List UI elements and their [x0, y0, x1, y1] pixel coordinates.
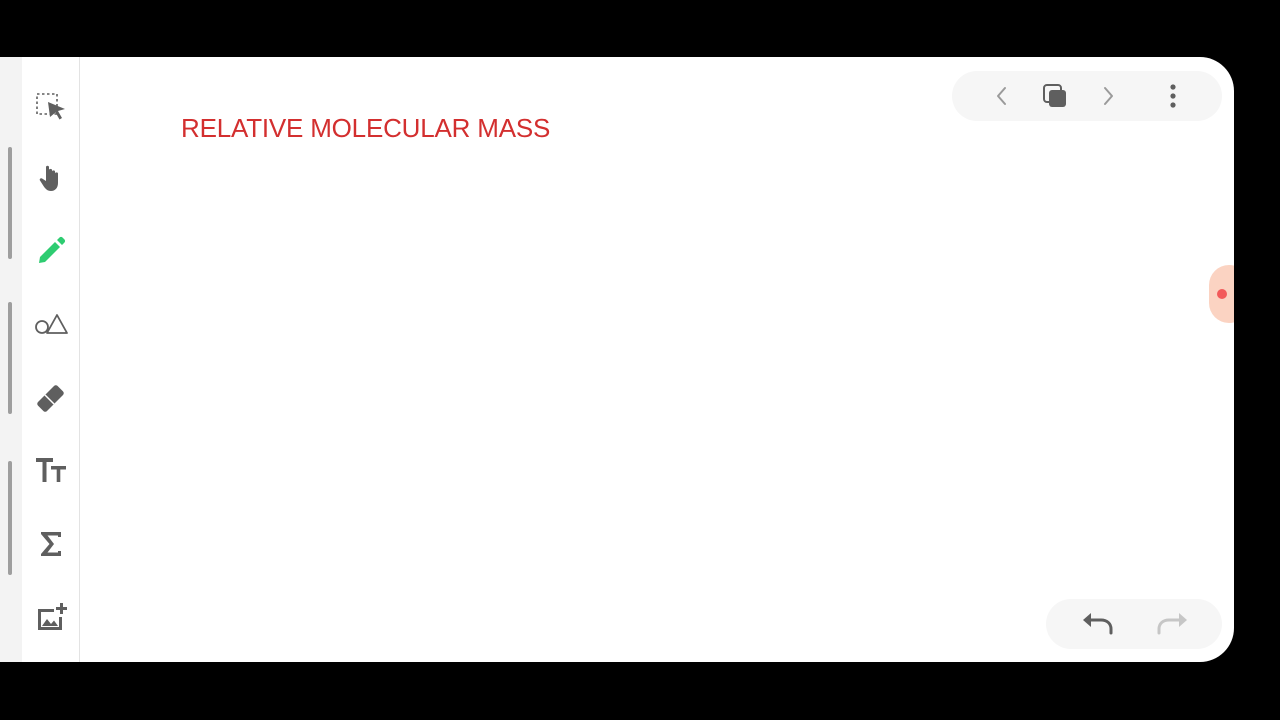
scroll-segment[interactable] [8, 461, 12, 575]
image-tool-button[interactable] [28, 594, 74, 640]
more-vertical-icon [1170, 84, 1176, 108]
eraser-icon [37, 385, 64, 412]
hand-icon [39, 165, 58, 191]
next-page-button[interactable] [1088, 76, 1128, 116]
redo-icon [1157, 613, 1187, 635]
floating-edge-handle[interactable] [1209, 265, 1234, 323]
redo-button[interactable] [1153, 604, 1193, 644]
more-options-button[interactable] [1153, 76, 1193, 116]
tool-bar [22, 57, 80, 662]
pages-icon [1043, 84, 1066, 107]
history-bar [1046, 599, 1222, 649]
undo-button[interactable] [1077, 604, 1117, 644]
hand-tool-button[interactable] [28, 155, 74, 201]
shapes-tool-button[interactable] [28, 300, 74, 346]
page-title: RELATIVE MOLECULAR MASS [181, 113, 551, 143]
add-image-icon [38, 603, 67, 630]
scroll-segment[interactable] [8, 302, 12, 414]
page-navigation-bar [952, 71, 1222, 121]
whiteboard-window: RELATIVE MOLECULAR MASS [0, 57, 1234, 662]
chevron-left-icon [997, 87, 1006, 105]
text-size-icon [36, 458, 66, 482]
formula-tool-button[interactable] [28, 521, 74, 567]
shapes-icon [35, 314, 68, 334]
sigma-icon [41, 532, 61, 556]
previous-page-button[interactable] [982, 76, 1022, 116]
scroll-segment[interactable] [8, 147, 12, 259]
undo-icon [1083, 613, 1113, 635]
eraser-tool-button[interactable] [28, 374, 74, 420]
pen-icon [39, 236, 66, 263]
edge-handle-dot [1217, 289, 1227, 299]
chevron-right-icon [1104, 87, 1113, 105]
selection-tool-button[interactable] [28, 84, 74, 130]
drawing-canvas[interactable]: RELATIVE MOLECULAR MASS [80, 57, 1234, 662]
pages-button[interactable] [1035, 76, 1075, 116]
side-scroll-rail [0, 57, 22, 662]
selection-icon [36, 93, 65, 120]
text-tool-button[interactable] [28, 447, 74, 493]
pen-tool-button[interactable] [28, 228, 74, 274]
